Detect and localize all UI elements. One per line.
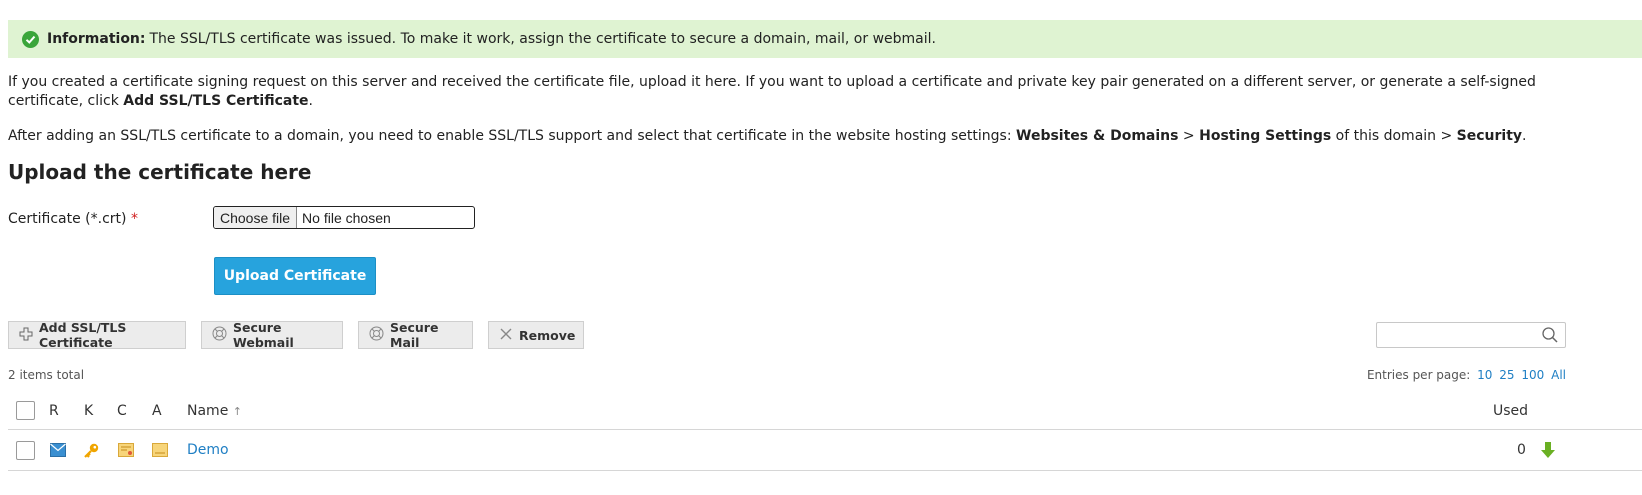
column-name-label: Name [187, 403, 229, 419]
column-r[interactable]: R [49, 403, 59, 419]
entries-option-25[interactable]: 25 [1499, 368, 1514, 382]
entries-option-10[interactable]: 10 [1477, 368, 1492, 382]
certificate-label-text: Certificate (*.crt) [8, 211, 127, 227]
items-total: 2 items total [8, 368, 85, 382]
mail-icon [50, 443, 66, 461]
plus-icon [19, 327, 33, 344]
choose-file-button[interactable]: Choose file [214, 207, 298, 228]
authority-icon [152, 443, 168, 461]
hint-path-hosting: Hosting Settings [1199, 128, 1332, 144]
no-file-text: No file chosen [302, 209, 391, 226]
secure-mail-label: Secure Mail [390, 320, 439, 350]
entries-option-100[interactable]: 100 [1521, 368, 1544, 382]
entries-per-page: Entries per page: 10 25 100 All [1367, 368, 1566, 382]
column-a[interactable]: A [152, 403, 162, 419]
intro-paragraph: If you created a certificate signing req… [8, 73, 1608, 111]
search-icon[interactable] [1541, 326, 1559, 348]
remove-icon [499, 327, 513, 344]
row-checkbox[interactable] [16, 441, 35, 460]
add-certificate-label: Add SSL/TLS Certificate [39, 320, 127, 350]
column-c[interactable]: C [117, 403, 127, 419]
download-icon[interactable] [1540, 441, 1556, 463]
remove-button[interactable]: Remove [488, 321, 584, 349]
notification-message: The SSL/TLS certificate was issued. To m… [149, 31, 936, 47]
table-header: R K C A Name ↑ Used [8, 396, 1642, 430]
hint-path-security: Security [1456, 128, 1523, 144]
hint-prefix: After adding an SSL/TLS certificate to a… [8, 128, 1017, 144]
secure-webmail-icon [212, 326, 227, 344]
search-input[interactable] [1376, 322, 1566, 348]
secure-webmail-button[interactable]: Secure Webmail [201, 320, 343, 350]
secure-mail-icon [369, 326, 384, 344]
entries-per-page-label: Entries per page: [1366, 368, 1471, 382]
hint-end: . [1522, 128, 1527, 144]
hint-path-websites: Websites & Domains [1016, 128, 1179, 144]
secure-mail-button[interactable]: Secure Mail [358, 320, 473, 350]
intro-add-link-text: Add SSL/TLS Certificate [123, 93, 309, 109]
certificate-name-link[interactable]: Demo [187, 442, 229, 458]
intro-end: . [308, 93, 313, 109]
key-icon [83, 442, 100, 463]
used-count: 0 [1517, 442, 1526, 458]
table-row: Demo 0 [8, 431, 1642, 471]
select-all-checkbox[interactable] [16, 401, 35, 420]
certificate-file-input[interactable]: Choose file No file chosen [213, 206, 475, 229]
secure-webmail-label: Secure Webmail [233, 320, 294, 350]
hint-paragraph: After adding an SSL/TLS certificate to a… [8, 127, 1608, 146]
certificate-field-label: Certificate (*.crt) * [8, 211, 138, 227]
column-used[interactable]: Used [1493, 403, 1528, 419]
check-circle-icon [22, 30, 39, 48]
certificate-icon [118, 443, 134, 461]
entries-option-all[interactable]: All [1551, 368, 1566, 382]
hint-separator: > [1178, 128, 1200, 144]
add-certificate-button[interactable]: Add SSL/TLS Certificate [8, 320, 186, 350]
hint-middle: of this domain > [1331, 128, 1457, 144]
sort-arrow-icon: ↑ [232, 405, 242, 418]
upload-certificate-button[interactable]: Upload Certificate [214, 257, 376, 295]
notification-title: Information: [47, 31, 146, 47]
info-notification: Information: The SSL/TLS certificate was… [8, 20, 1642, 58]
required-mark: * [130, 211, 138, 227]
column-k[interactable]: K [84, 403, 93, 419]
remove-label: Remove [519, 327, 576, 343]
column-name[interactable]: Name ↑ [187, 403, 242, 419]
upload-heading: Upload the certificate here [8, 160, 312, 184]
